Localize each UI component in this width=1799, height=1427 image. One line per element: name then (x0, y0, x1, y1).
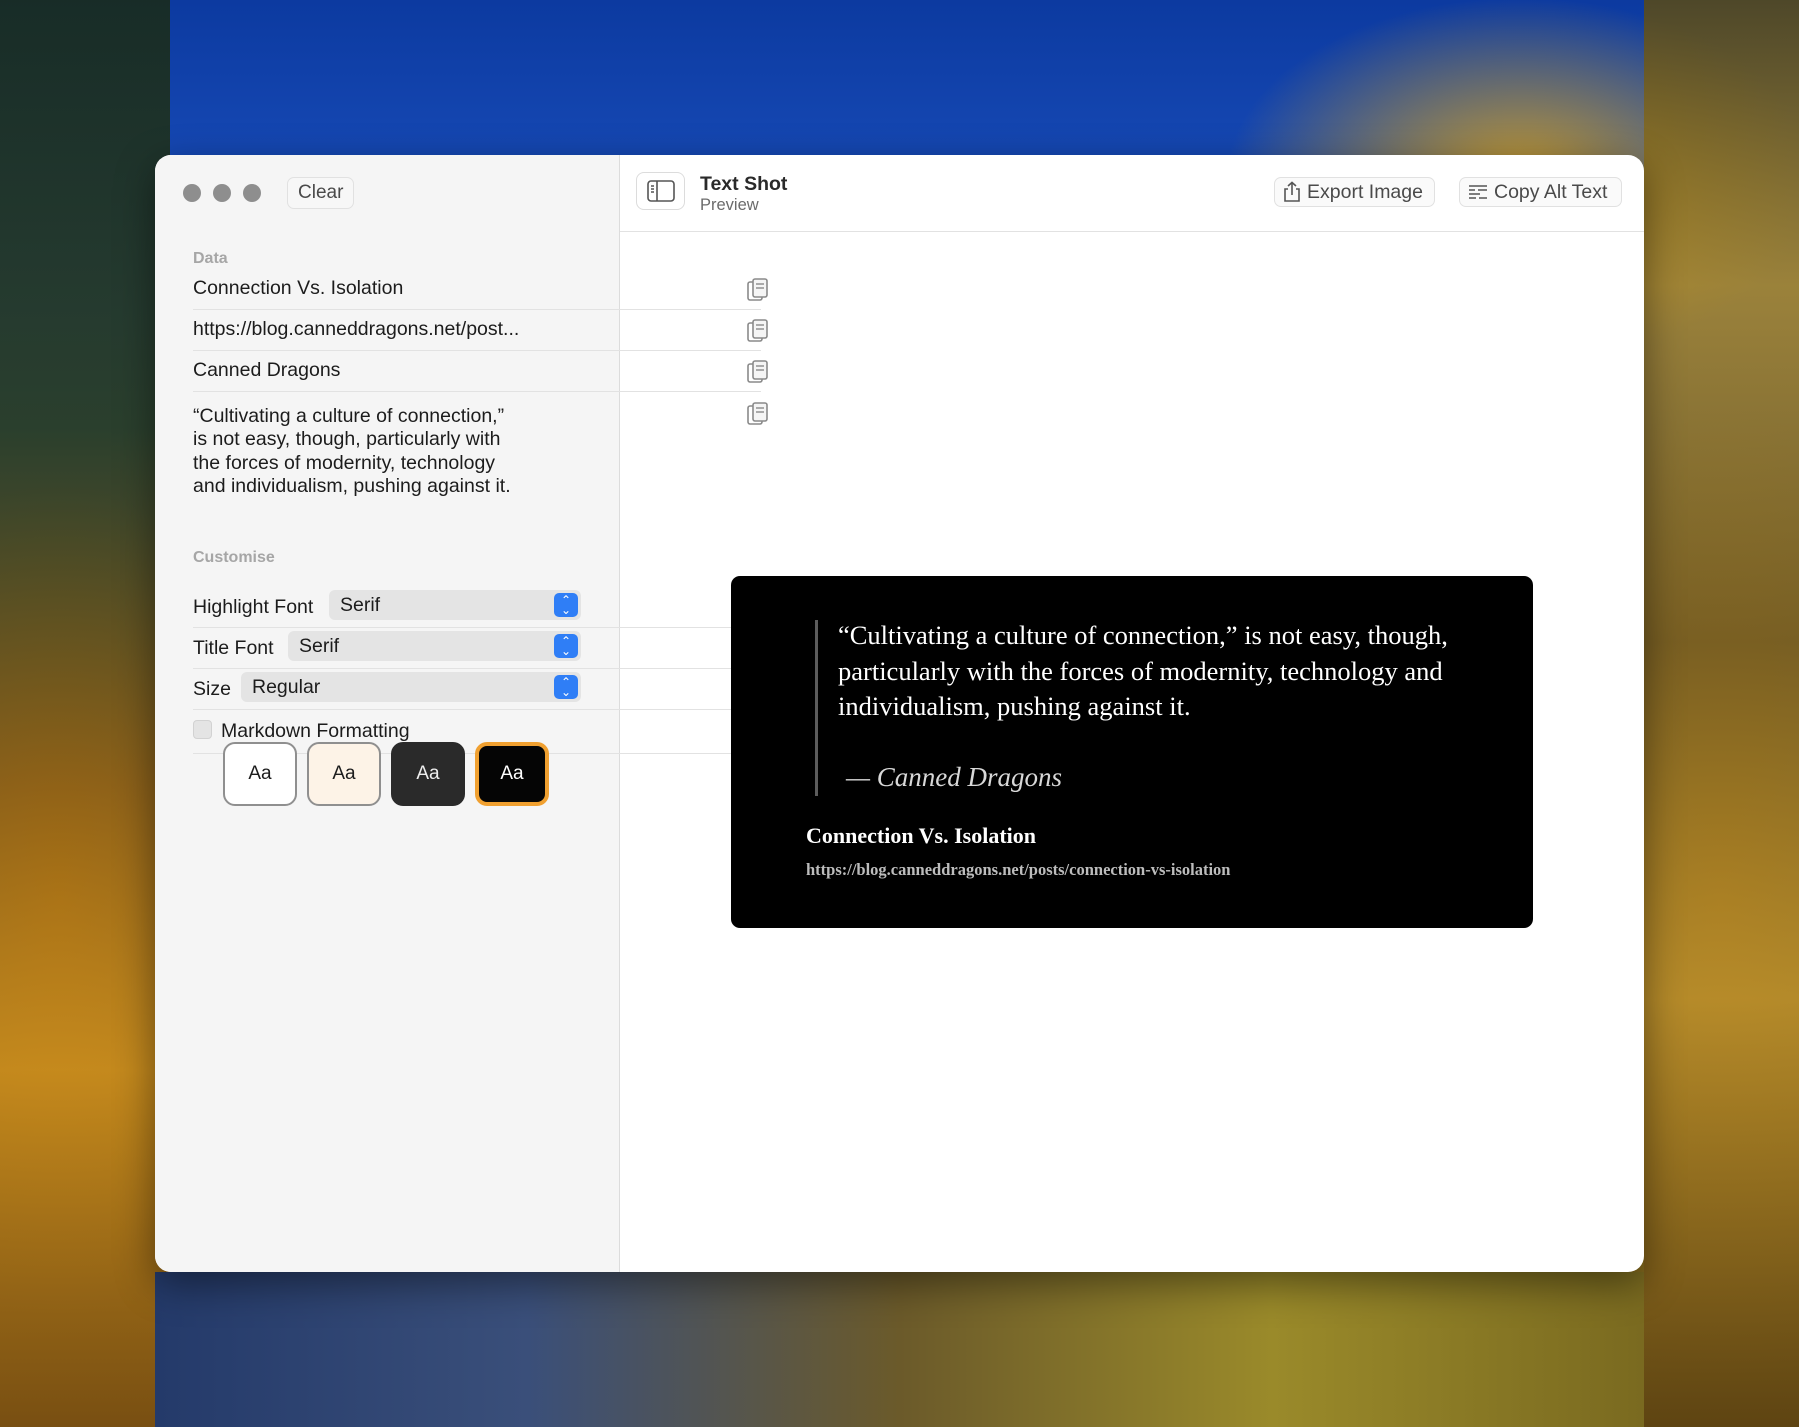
title-font-value: Serif (299, 635, 340, 657)
card-quote: “Cultivating a culture of connection,” i… (838, 620, 1448, 721)
card-url: https://blog.canneddragons.net/posts/con… (806, 860, 1231, 879)
url-value: https://blog.canneddragons.net/post... (193, 318, 520, 340)
close-window-button[interactable] (183, 184, 201, 202)
sidebar: Clear Data Connection Vs. Isolation http… (155, 155, 768, 1272)
card-title: Connection Vs. Isolation (806, 823, 1037, 848)
export-image-button[interactable]: Export Image (1274, 177, 1435, 207)
sidebar-icon (646, 180, 675, 202)
theme-dark-button[interactable]: Aa (391, 742, 465, 806)
chevron-updown-icon: ⌃ ⌄ (554, 675, 578, 699)
title-font-label: Title Font (193, 637, 274, 659)
wallpaper-trees-right (1644, 0, 1799, 1427)
zoom-window-button[interactable] (243, 184, 261, 202)
highlight-font-select[interactable]: Serif ⌃ ⌄ (329, 590, 581, 620)
wallpaper-trees-left (0, 0, 170, 1427)
text-shot-card: “Cultivating a culture of connection,” i… (731, 576, 1533, 928)
window-subtitle: Preview (700, 196, 759, 214)
minimize-window-button[interactable] (213, 184, 231, 202)
chevron-updown-icon: ⌃ ⌄ (554, 593, 578, 617)
theme-picker: Aa Aa Aa Aa (223, 742, 549, 806)
author-value: Canned Dragons (193, 359, 341, 381)
toolbar: Text Shot Preview Export Image Copy Alt … (620, 155, 1644, 232)
markdown-checkbox[interactable] (193, 720, 212, 739)
size-label: Size (193, 678, 231, 700)
title-font-select[interactable]: Serif ⌃ ⌄ (288, 631, 581, 661)
window-title: Text Shot (700, 173, 788, 195)
export-image-label: Export Image (1307, 181, 1423, 203)
sidebar-toggle-button[interactable] (636, 172, 685, 210)
text-list-icon (1469, 185, 1487, 199)
highlight-font-value: Serif (340, 594, 381, 616)
chevron-updown-icon: ⌃ ⌄ (554, 634, 578, 658)
copy-alt-text-label: Copy Alt Text (1494, 181, 1608, 203)
share-icon (1284, 181, 1300, 202)
markdown-label: Markdown Formatting (221, 720, 410, 742)
customise-section-label: Customise (193, 549, 275, 566)
size-value: Regular (252, 676, 321, 698)
quote-bar (815, 620, 818, 796)
size-select[interactable]: Regular ⌃ ⌄ (241, 672, 581, 702)
theme-cream-button[interactable]: Aa (307, 742, 381, 806)
theme-black-button[interactable]: Aa (475, 742, 549, 806)
copy-alt-text-button[interactable]: Copy Alt Text (1459, 177, 1622, 207)
card-attribution: — Canned Dragons (846, 762, 1063, 792)
highlight-font-label: Highlight Font (193, 596, 314, 618)
wallpaper-river (155, 1272, 1644, 1427)
quote-value: “Cultivating a culture of connection,” i… (193, 405, 511, 497)
theme-light-button[interactable]: Aa (223, 742, 297, 806)
window-controls (183, 184, 261, 202)
clear-button[interactable]: Clear (287, 177, 355, 209)
title-value: Connection Vs. Isolation (193, 277, 404, 299)
data-section-label: Data (193, 250, 228, 267)
preview-pane: Text Shot Preview Export Image Copy Alt … (620, 155, 1644, 1272)
app-window: Clear Data Connection Vs. Isolation http… (155, 155, 1644, 1272)
